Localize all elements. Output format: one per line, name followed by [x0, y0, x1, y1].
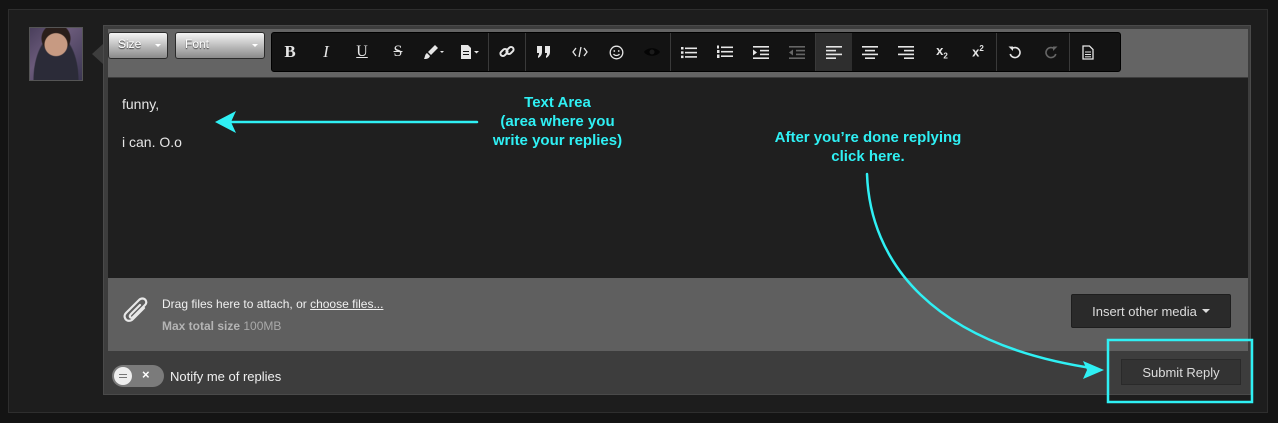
arrow-head	[1083, 361, 1104, 379]
submit-highlight-box	[1106, 338, 1254, 404]
submit-arrow-line	[865, 172, 1100, 371]
text-area-annotation: Text Area (area where you write your rep…	[492, 94, 623, 149]
annotation-overlay	[215, 111, 1254, 404]
submit-annotation: After you’re done replying click here.	[774, 129, 962, 165]
